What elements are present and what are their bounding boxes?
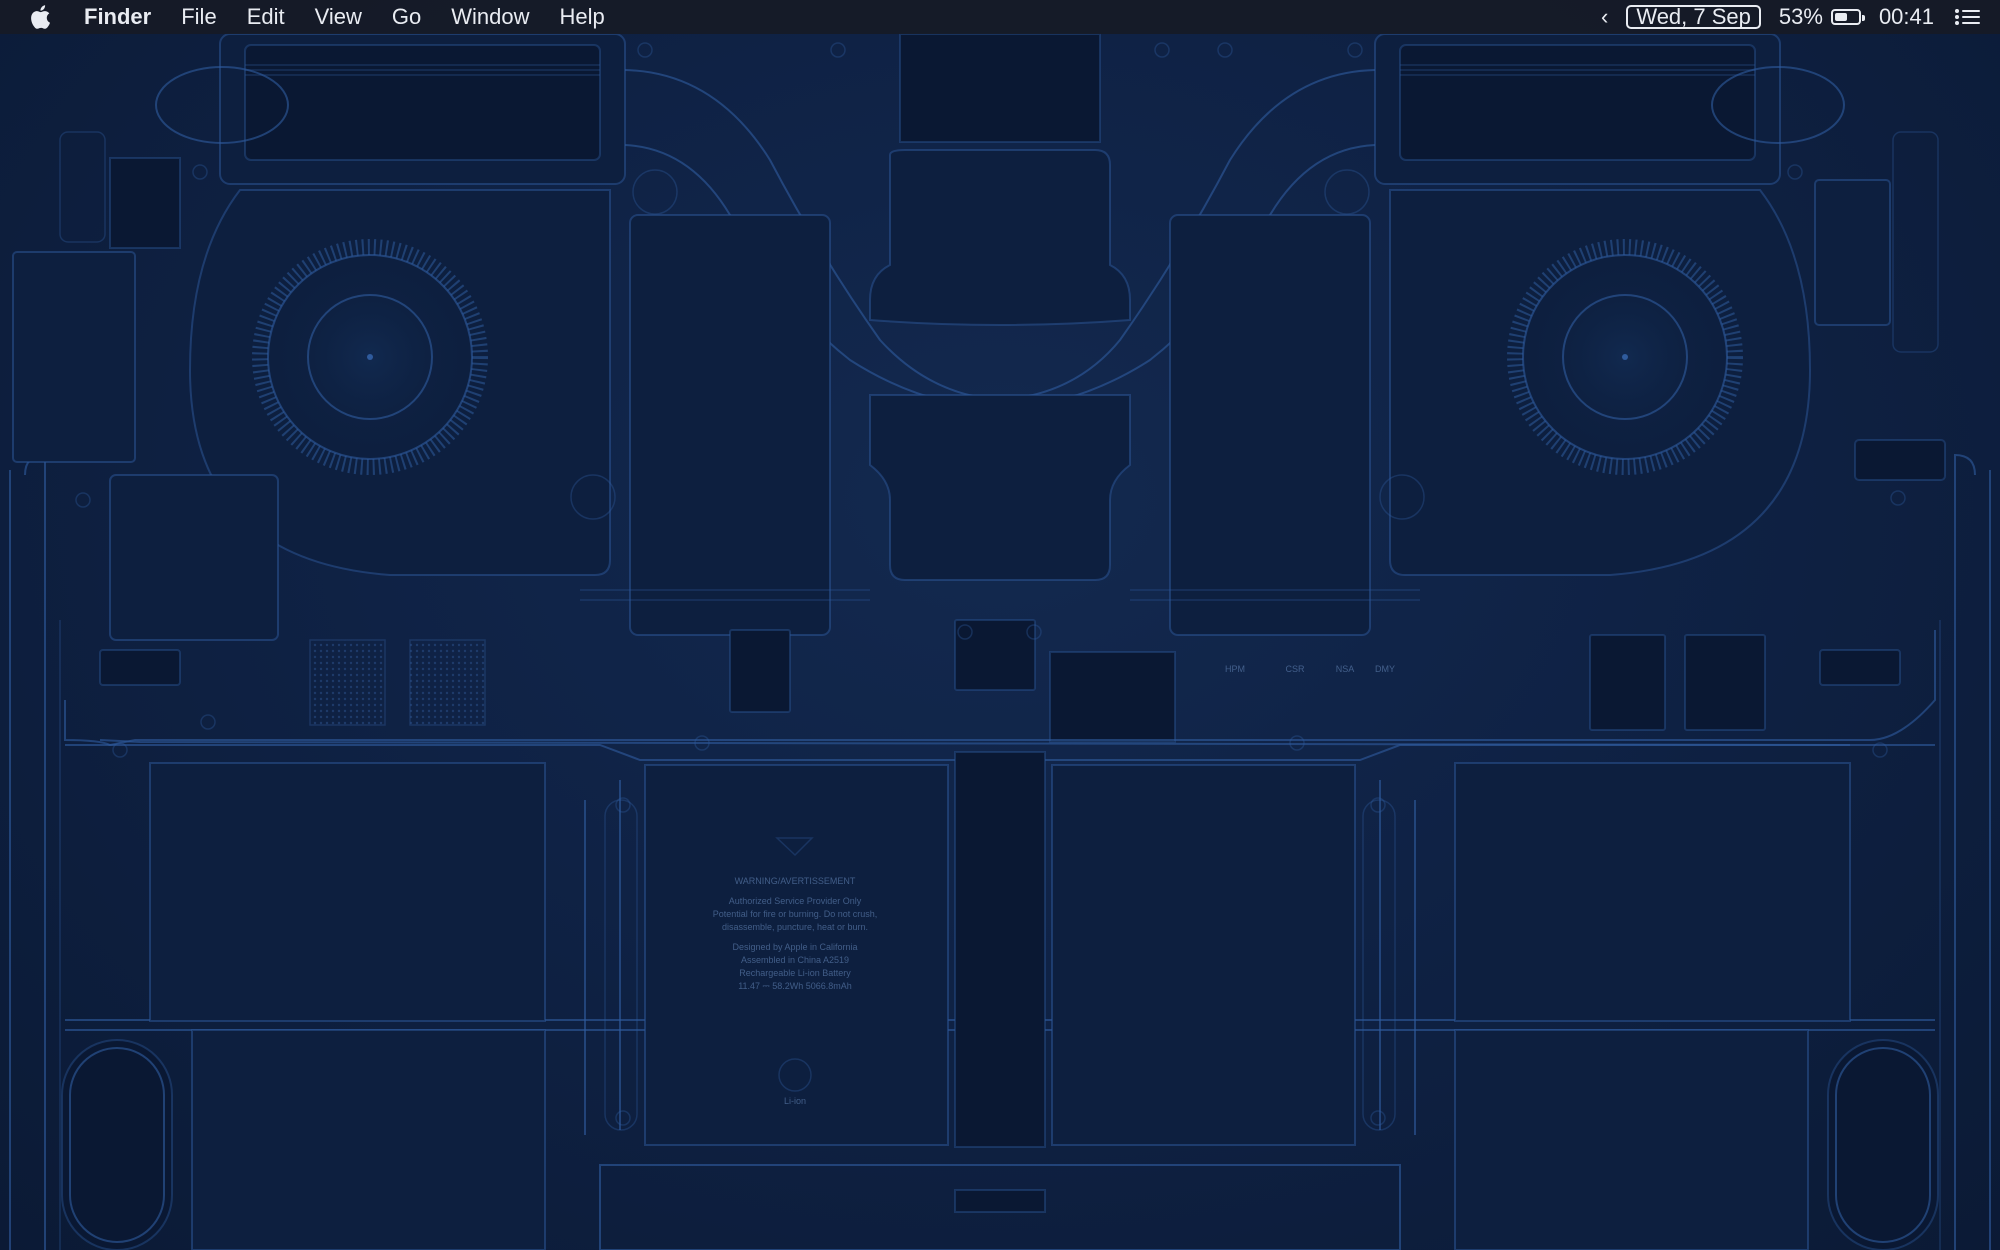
battery-tip — [1861, 15, 1865, 21]
battery-label-line: 11.47 ⎓ 58.2Wh 5066.8mAh — [738, 981, 852, 991]
date-display[interactable]: Wed, 7 Sep — [1626, 5, 1761, 29]
menu-help[interactable]: Help — [560, 0, 605, 34]
chip-mark: CSR — [1285, 664, 1305, 674]
menu-file[interactable]: File — [181, 0, 216, 34]
menu-left: Finder File Edit View Go Window Help — [30, 0, 635, 34]
menu-app-name[interactable]: Finder — [84, 0, 151, 34]
chip-mark: HPM — [1225, 664, 1245, 674]
battery-percent: 53% — [1778, 4, 1823, 29]
menu-go[interactable]: Go — [392, 0, 421, 34]
menu-extras: ‹ Wed, 7 Sep 53% 00:41 — [1583, 0, 1982, 34]
chip-mark: NSA — [1336, 664, 1355, 674]
battery-label-line: Designed by Apple in California — [732, 942, 857, 952]
battery-label-line: Li-ion — [784, 1096, 806, 1106]
battery-icon — [1830, 9, 1865, 25]
battery-status[interactable]: 53% — [1778, 0, 1865, 34]
menu-view[interactable]: View — [315, 0, 362, 34]
battery-warning: WARNING/AVERTISSEMENT — [735, 876, 856, 886]
battery-label-line: disassemble, puncture, heat or burn. — [722, 922, 868, 932]
battery-label-line: Authorized Service Provider Only — [729, 896, 862, 906]
clock[interactable]: 00:41 — [1879, 0, 1934, 34]
menu-edit[interactable]: Edit — [247, 0, 285, 34]
battery-label-line: Rechargeable Li-ion Battery — [739, 968, 851, 978]
menu-window[interactable]: Window — [451, 0, 529, 34]
chevron-left-icon[interactable]: ‹ — [1601, 0, 1608, 34]
battery-level — [1834, 13, 1847, 21]
apple-logo-icon[interactable] — [30, 3, 54, 31]
chip-mark: DMY — [1375, 664, 1395, 674]
battery-label-line: Potential for fire or burning. Do not cr… — [713, 909, 878, 919]
wallpaper: HPM CSR NSA DMY WARNING/AVERTISSEMENT Au… — [9, 33, 1991, 1250]
menu-bar: Finder File Edit View Go Window Help ‹ W… — [0, 0, 2000, 34]
desktop[interactable]: HPM CSR NSA DMY WARNING/AVERTISSEMENT Au… — [0, 0, 2000, 1250]
control-center-icon[interactable] — [1952, 0, 1982, 34]
battery-label-line: Assembled in China A2519 — [741, 955, 849, 965]
